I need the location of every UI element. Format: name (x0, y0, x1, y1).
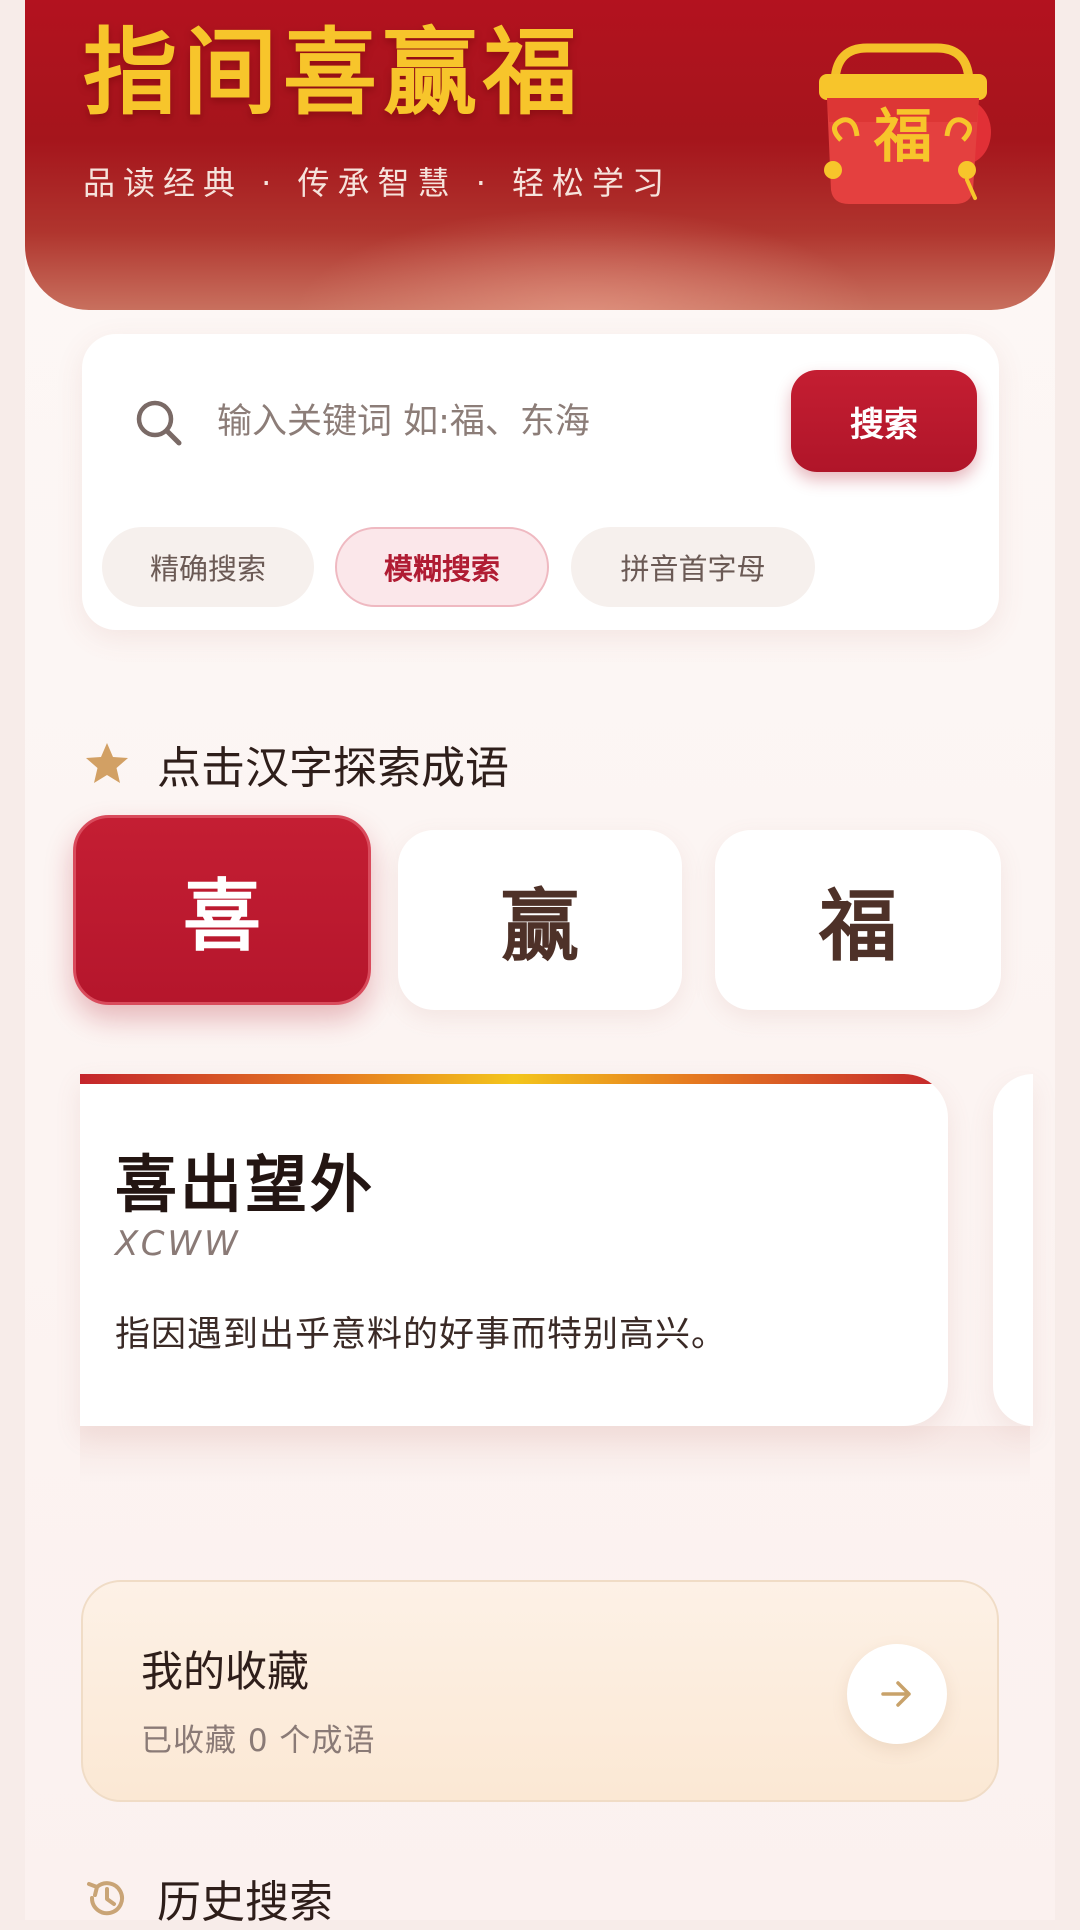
app-title: 指间喜赢福 (83, 19, 584, 128)
idiom-card[interactable]: 喜出望外 XCWW 指因遇到出乎意料的好事而特别高兴。 (80, 1074, 948, 1426)
search-input[interactable] (217, 394, 657, 450)
search-button[interactable]: 搜索 (791, 370, 977, 472)
fortune-bag-icon: 福 (819, 43, 991, 204)
char-tile-fu[interactable]: 福 (715, 830, 1001, 1010)
mode-fuzzy-search[interactable]: 模糊搜索 (335, 527, 549, 607)
mode-pinyin-initials[interactable]: 拼音首字母 (571, 527, 815, 607)
carousel-shadow (80, 1426, 1030, 1482)
favorites-open-button[interactable] (847, 1644, 947, 1744)
search-card: 搜索 精确搜索 模糊搜索 拼音首字母 (82, 334, 999, 630)
idiom-word: 喜出望外 (115, 1148, 376, 1221)
idiom-meaning: 指因遇到出乎意料的好事而特别高兴。 (115, 1315, 728, 1355)
explore-title: 点击汉字探索成语 (157, 743, 509, 794)
app-page: 指间喜赢福 品读经典 · 传承智慧 · 轻松学习 福 输入关键词 如:福、东海 … (25, 0, 1055, 1928)
history-title: 历史搜索 (157, 1877, 333, 1928)
mode-exact-search[interactable]: 精确搜索 (102, 527, 314, 607)
idiom-card-accent-bar (80, 1074, 948, 1084)
char-tile-ying[interactable]: 赢 (398, 830, 682, 1010)
idiom-pinyin-abbr: XCWW (115, 1224, 241, 1264)
app-subtitle: 品读经典 · 传承智慧 · 轻松学习 (83, 164, 673, 202)
history-icon (87, 1881, 124, 1916)
char-tile-xi[interactable]: 喜 (73, 815, 371, 1005)
favorites-card[interactable]: 我的收藏 已收藏 0 个成语 (81, 1580, 999, 1802)
explore-heading: 点击汉字探索成语 (83, 732, 509, 796)
next-idiom-card-peek[interactable] (993, 1074, 1033, 1426)
favorites-count: 已收藏 0 个成语 (141, 1723, 376, 1759)
bag-glyph: 福 (873, 102, 932, 170)
header-banner: 指间喜赢福 品读经典 · 传承智慧 · 轻松学习 福 (25, 0, 1055, 310)
search-icon (136, 400, 182, 446)
favorites-title: 我的收藏 (141, 1647, 310, 1696)
star-icon (86, 743, 128, 783)
history-heading: 历史搜索 (83, 1866, 333, 1930)
arrow-right-icon (881, 1681, 911, 1707)
